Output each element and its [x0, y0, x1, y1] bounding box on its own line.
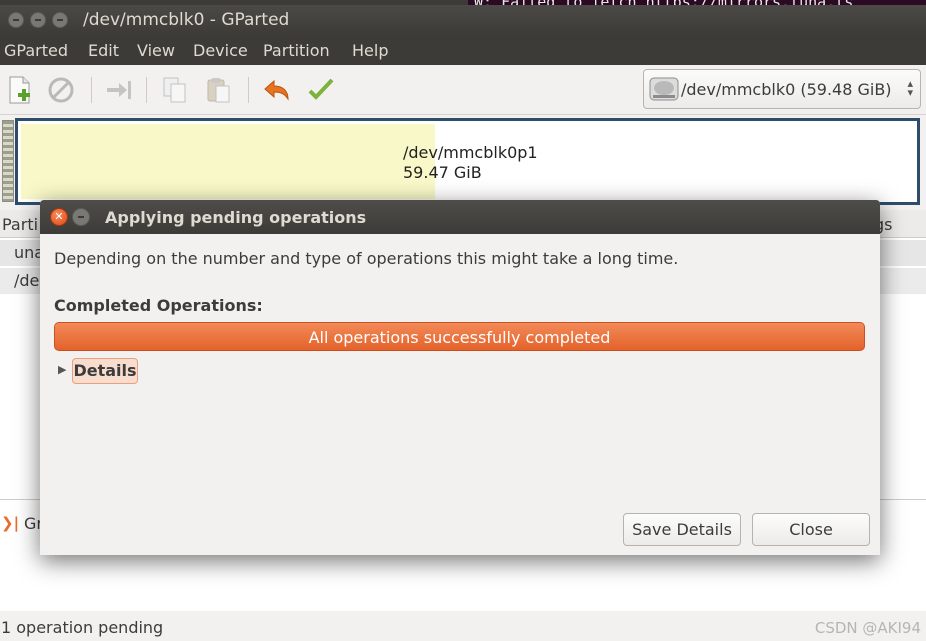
unallocated-segment[interactable]	[2, 120, 14, 202]
new-icon[interactable]	[5, 75, 35, 105]
menu-partition[interactable]: Partition	[263, 41, 330, 60]
apply-icon[interactable]	[306, 75, 336, 105]
menu-view[interactable]: View	[137, 41, 175, 60]
paste-icon[interactable]	[204, 75, 234, 105]
menubar: GParted Edit View Device Partition Help	[0, 35, 926, 65]
column-header-partition[interactable]: Parti	[2, 215, 38, 234]
partition-size: 59.47 GiB	[403, 163, 482, 182]
menu-edit[interactable]: Edit	[88, 41, 119, 60]
menu-help[interactable]: Help	[352, 41, 388, 60]
toolbar-separator	[146, 77, 147, 103]
completed-operations-label: Completed Operations:	[54, 296, 263, 315]
dialog-title: Applying pending operations	[105, 208, 367, 227]
dialog-close-icon[interactable]: ✕	[50, 208, 68, 226]
used-space-fill	[21, 124, 435, 199]
window-maximize-button[interactable]	[52, 12, 68, 28]
window-titlebar: /dev/mmcblk0 - GParted	[0, 5, 926, 35]
progress-bar: All operations successfully completed	[54, 322, 865, 351]
partition-segment[interactable]: /dev/mmcblk0p1 59.47 GiB	[15, 118, 920, 205]
details-expander[interactable]: Details	[72, 358, 138, 384]
dialog-titlebar: ✕ Applying pending operations	[40, 200, 880, 234]
window-minimize-button[interactable]	[30, 12, 46, 28]
device-label: /dev/mmcblk0 (59.48 GiB)	[681, 80, 892, 99]
undo-icon[interactable]	[262, 75, 292, 105]
save-details-button[interactable]: Save Details	[623, 513, 741, 546]
toolbar-separator	[91, 77, 92, 103]
menu-device[interactable]: Device	[193, 41, 248, 60]
expander-arrow-icon[interactable]: ▶	[58, 363, 66, 376]
window-title: /dev/mmcblk0 - GParted	[83, 10, 290, 30]
watermark: CSDN @AKI94	[814, 619, 921, 637]
status-text: 1 operation pending	[1, 618, 164, 637]
harddisk-icon	[649, 77, 679, 101]
dialog-message: Depending on the number and type of oper…	[54, 249, 679, 268]
partition-visualizer[interactable]: /dev/mmcblk0p1 59.47 GiB	[0, 117, 926, 207]
delete-icon[interactable]	[46, 75, 76, 105]
dialog-minimize-icon[interactable]	[72, 208, 90, 226]
device-selector[interactable]: /dev/mmcblk0 (59.48 GiB) ▴ ▾	[643, 69, 921, 109]
copy-icon[interactable]	[160, 75, 190, 105]
row-cell: /de	[14, 271, 40, 290]
apply-operations-dialog: ✕ Applying pending operations Depending …	[40, 200, 880, 555]
statusbar: 1 operation pending CSDN @AKI94	[0, 611, 926, 641]
window-close-button[interactable]	[8, 12, 24, 28]
spin-arrows-icon: ▴ ▾	[907, 77, 913, 99]
toolbar-separator	[248, 77, 249, 103]
operation-icon: ❯|	[1, 514, 20, 532]
progress-text: All operations successfully completed	[308, 328, 611, 347]
menu-gparted[interactable]: GParted	[4, 41, 68, 60]
partition-name: /dev/mmcblk0p1	[403, 143, 538, 162]
resize-move-icon[interactable]	[104, 75, 134, 105]
close-button[interactable]: Close	[752, 513, 870, 546]
